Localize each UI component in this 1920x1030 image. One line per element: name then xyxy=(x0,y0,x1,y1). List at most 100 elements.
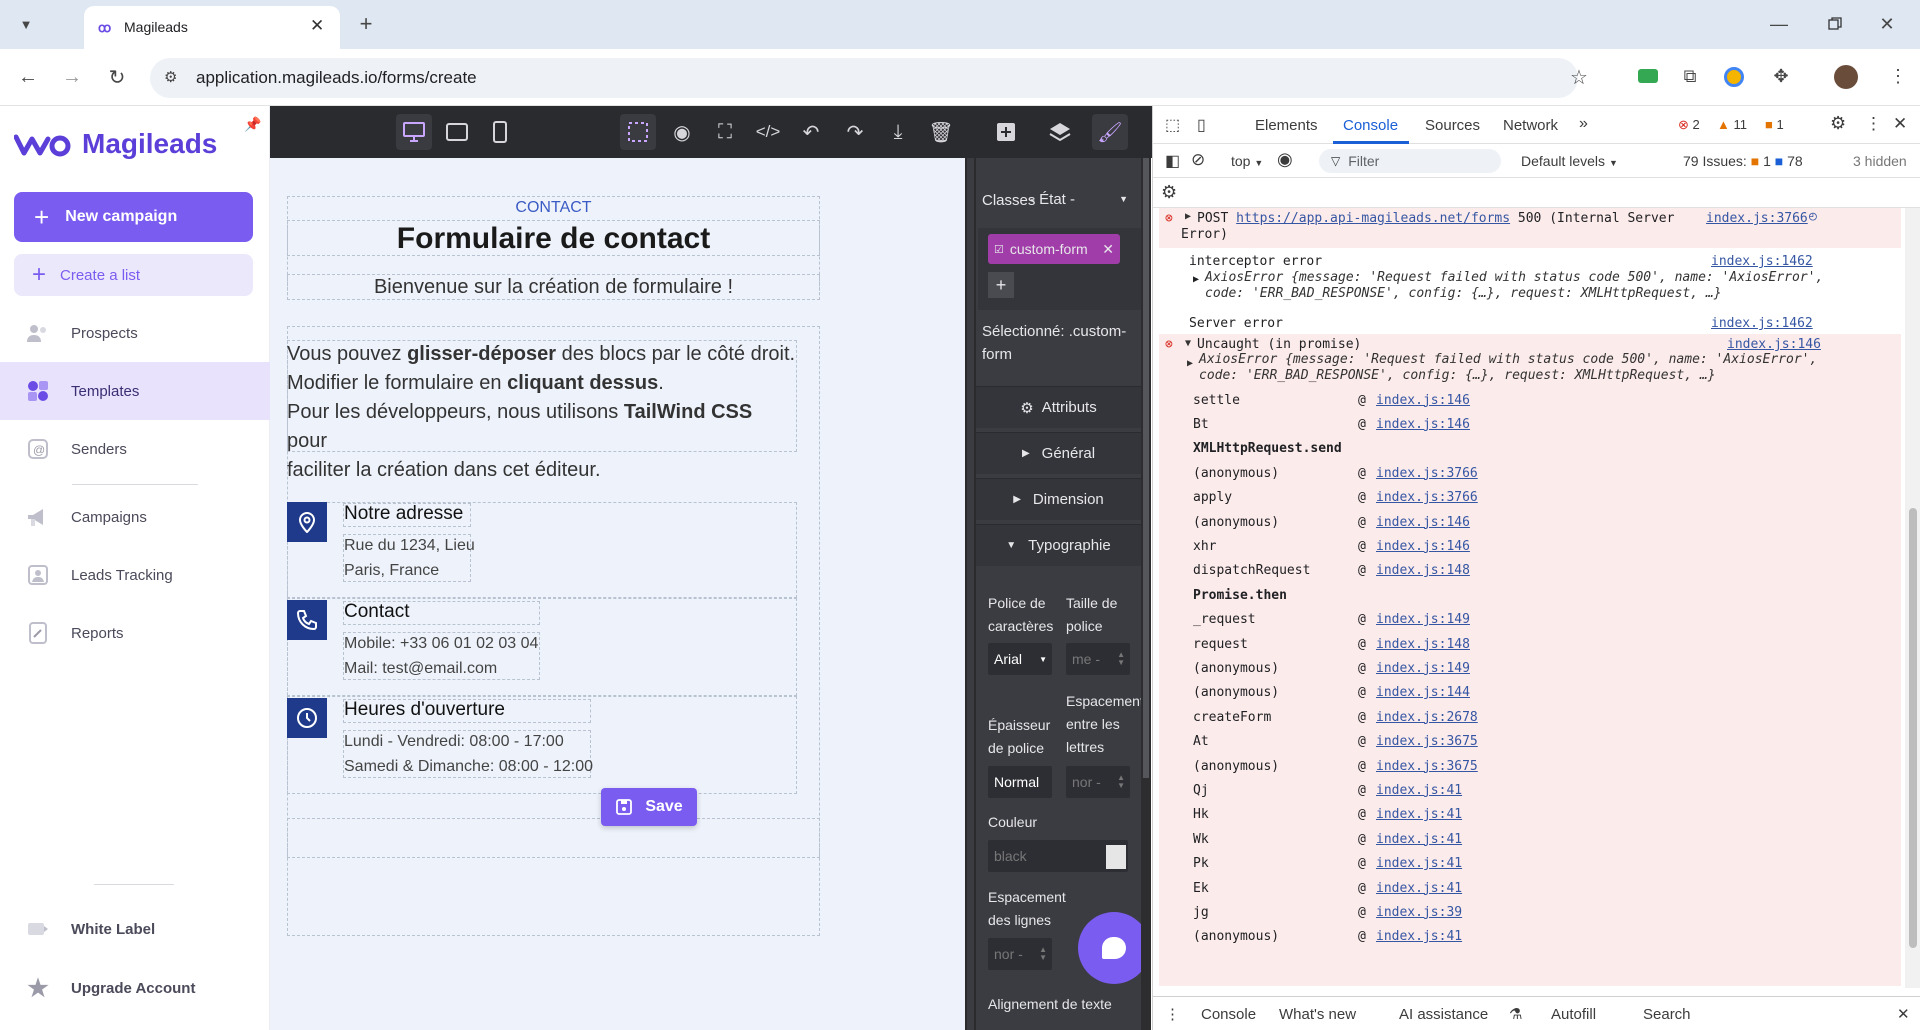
restore-icon[interactable] xyxy=(1820,10,1850,38)
source-link[interactable]: index.js:146 xyxy=(1376,539,1470,554)
canvas-scrollbar[interactable] xyxy=(965,158,976,1030)
tab-elements[interactable]: Elements xyxy=(1255,117,1318,134)
panel-scrollbar[interactable] xyxy=(1141,158,1151,1030)
browser-tab[interactable]: ꝏ Magileads ✕ xyxy=(84,6,340,49)
issues-link[interactable]: 79 Issues: ■ 1 ■ 78 xyxy=(1683,153,1803,169)
remove-tag-icon[interactable]: ✕ xyxy=(1102,241,1114,258)
stack-frame[interactable]: (anonymous) @ index.js:149 xyxy=(1193,656,1470,680)
puzzle-icon[interactable]: ✥ xyxy=(1768,63,1794,89)
source-link[interactable]: index.js:3766 xyxy=(1376,466,1478,481)
stack-frame[interactable]: Hk @ index.js:41 xyxy=(1193,803,1462,827)
add-class-button[interactable]: + xyxy=(988,272,1014,298)
font-size-input[interactable]: me - ▲ ▼ xyxy=(1066,643,1130,675)
tab-console[interactable]: Console xyxy=(1343,117,1398,134)
state-select[interactable]: - État - ▼ xyxy=(1030,184,1128,214)
stack-frame[interactable]: Promise.then xyxy=(1193,583,1287,607)
form-subtitle[interactable]: Bienvenue sur la création de formulaire … xyxy=(287,276,820,299)
source-link[interactable]: index.js:41 xyxy=(1376,881,1462,896)
stack-frame[interactable]: (anonymous) @ index.js:3675 xyxy=(1193,754,1478,778)
stack-frame[interactable]: At @ index.js:3675 xyxy=(1193,730,1478,754)
preview-eye-icon[interactable]: ◉ xyxy=(664,114,700,150)
footer-block[interactable] xyxy=(287,818,820,858)
source-link[interactable]: index.js:41 xyxy=(1376,929,1462,944)
drawer-tab-search[interactable]: Search xyxy=(1643,1006,1691,1023)
select-outline-icon[interactable] xyxy=(620,114,656,150)
axios-object-line1[interactable]: AxiosError {message: 'Request failed wit… xyxy=(1199,352,1817,367)
sidebar-item-prospects[interactable]: Prospects xyxy=(0,304,270,362)
extension-icon[interactable]: ⧉ xyxy=(1677,63,1703,89)
stack-frame[interactable]: createForm @ index.js:2678 xyxy=(1193,705,1478,729)
mobile-view-icon[interactable] xyxy=(482,114,518,150)
source-link[interactable]: index.js:41 xyxy=(1376,783,1462,798)
minimize-icon[interactable]: — xyxy=(1764,10,1794,38)
console-error-uncaught[interactable]: ⊗ ▼ Uncaught (in promise) index.js:146 ▶… xyxy=(1159,334,1901,986)
stack-frame[interactable]: settle @ index.js:146 xyxy=(1193,388,1470,412)
pin-icon[interactable]: 📌 xyxy=(244,116,261,133)
font-weight-select[interactable]: Normal xyxy=(988,766,1052,798)
stepper-icon[interactable]: ▲ ▼ xyxy=(1039,946,1047,962)
redo-icon[interactable]: ↷ xyxy=(837,114,873,150)
live-expression-eye-icon[interactable]: ◉ xyxy=(1277,149,1293,170)
source-link[interactable]: index.js:39 xyxy=(1376,905,1462,920)
section-general[interactable]: ▶ Général xyxy=(976,432,1141,474)
canvas-scroll-thumb[interactable] xyxy=(967,158,974,1030)
meet-extension-icon[interactable] xyxy=(1638,69,1658,83)
default-levels-select[interactable]: Default levels ▼ xyxy=(1521,153,1618,169)
profile-avatar[interactable] xyxy=(1834,65,1858,89)
expand-arrow-icon[interactable]: ▶ xyxy=(1185,211,1191,222)
drawer-menu-icon[interactable]: ⋮ xyxy=(1165,1005,1180,1023)
contact-title[interactable]: Contact xyxy=(344,601,409,623)
source-link[interactable]: index.js:3675 xyxy=(1376,734,1478,749)
drawer-tab-ai-assistance[interactable]: AI assistance xyxy=(1399,1006,1488,1023)
source-link[interactable]: index.js:148 xyxy=(1376,563,1470,578)
stack-frame[interactable]: (anonymous) @ index.js:146 xyxy=(1193,510,1470,534)
stack-frame[interactable]: dispatchRequest @ index.js:148 xyxy=(1193,559,1470,583)
back-icon[interactable]: ← xyxy=(14,63,42,91)
device-toolbar-icon[interactable]: ▯ xyxy=(1197,115,1206,135)
panel-scroll-thumb[interactable] xyxy=(1143,158,1149,778)
source-link[interactable]: index.js:146 xyxy=(1376,515,1470,530)
stack-frame[interactable]: Bt @ index.js:146 xyxy=(1193,412,1470,436)
console-scrollbar[interactable] xyxy=(1905,208,1920,988)
letter-spacing-input[interactable]: nor - ▲ ▼ xyxy=(1066,766,1130,798)
inspect-element-icon[interactable]: ⬚ xyxy=(1165,115,1180,135)
source-link[interactable]: index.js:146 xyxy=(1376,393,1470,408)
sidebar-item-senders[interactable]: @ Senders xyxy=(0,420,270,478)
intro-text[interactable]: Vous pouvez glisser-déposer des blocs pa… xyxy=(287,340,797,485)
stack-frame[interactable]: request @ index.js:148 xyxy=(1193,632,1470,656)
tab-network[interactable]: Network xyxy=(1503,117,1558,134)
sidebar-toggle-icon[interactable]: ◧ xyxy=(1165,151,1180,171)
stepper-icon[interactable]: ▲ ▼ xyxy=(1117,774,1125,790)
create-list-button[interactable]: + Create a list xyxy=(14,254,253,296)
axios-object-line1[interactable]: AxiosError {message: 'Request failed wit… xyxy=(1205,270,1823,285)
save-button[interactable]: Save xyxy=(601,788,697,826)
desktop-view-icon[interactable] xyxy=(396,114,432,150)
stack-frame[interactable]: XMLHttpRequest.send xyxy=(1193,437,1342,461)
sidebar-item-templates[interactable]: Templates xyxy=(0,362,270,420)
devtools-close-icon[interactable]: ✕ xyxy=(1893,114,1907,134)
source-link[interactable]: index.js:146 xyxy=(1727,337,1821,352)
undo-icon[interactable]: ↶ xyxy=(793,114,829,150)
source-link[interactable]: index.js:2678 xyxy=(1376,710,1478,725)
layers-icon[interactable] xyxy=(1042,114,1078,150)
console-scroll-thumb[interactable] xyxy=(1909,508,1917,948)
expand-arrow-icon[interactable]: ▶ xyxy=(1193,274,1199,285)
class-tag-custom-form[interactable]: ☑ custom-form ✕ xyxy=(988,234,1120,264)
checkbox-icon[interactable]: ☑ xyxy=(994,243,1004,256)
reload-icon[interactable]: ↻ xyxy=(103,63,131,91)
source-link[interactable]: index.js:3675 xyxy=(1376,759,1478,774)
style-brush-icon[interactable]: 🖌 xyxy=(1092,114,1128,150)
form-title[interactable]: Formulaire de contact xyxy=(287,222,820,256)
drawer-tab-whats-new[interactable]: What's new xyxy=(1279,1006,1356,1023)
site-info-icon[interactable]: ⚙ xyxy=(164,68,177,86)
sidebar-item-reports[interactable]: Reports xyxy=(0,604,270,662)
stepper-icon[interactable]: ▲ ▼ xyxy=(1117,651,1125,667)
more-tabs-icon[interactable]: » xyxy=(1579,115,1588,133)
tab-close-icon[interactable]: ✕ xyxy=(310,16,324,36)
source-link[interactable]: index.js:146 xyxy=(1376,417,1470,432)
section-attributs[interactable]: ⚙ Attributs xyxy=(976,386,1141,428)
omnibox[interactable]: ⚙ application.magileads.io/forms/create … xyxy=(150,58,1588,98)
stack-frame[interactable]: (anonymous) @ index.js:144 xyxy=(1193,681,1470,705)
source-link[interactable]: index.js:3766 xyxy=(1376,490,1478,505)
download-icon[interactable]: ⤓ xyxy=(880,114,916,150)
